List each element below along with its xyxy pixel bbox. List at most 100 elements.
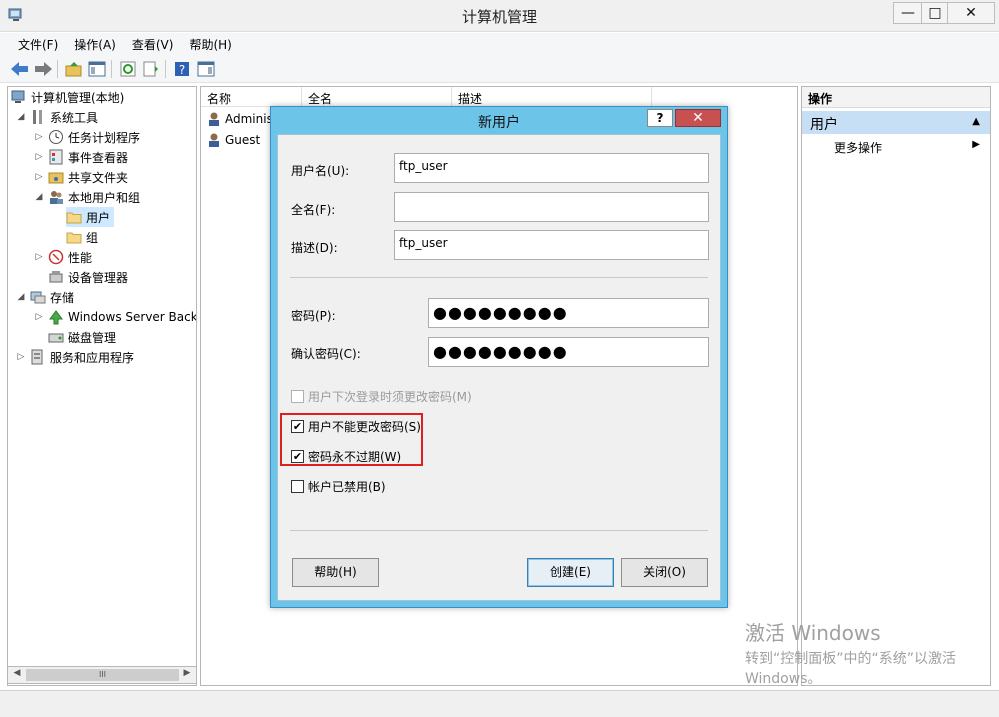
dialog-close-icon[interactable]: ✕	[675, 109, 721, 127]
activation-watermark: 激活 Windows 转到“控制面板”中的“系统”以激活 Windows。	[745, 621, 957, 687]
menu-action[interactable]: 操作(A)	[66, 33, 124, 55]
actions-header: 操作	[802, 87, 990, 108]
create-button[interactable]: 创建(E)	[527, 558, 614, 587]
user-icon	[206, 111, 222, 127]
checkbox-empty-icon	[291, 480, 304, 493]
status-bar	[0, 690, 999, 717]
dialog-body: 用户名(U): ftp_user 全名(F): 描述(D): ftp_user …	[277, 134, 721, 601]
scroll-thumb[interactable]: III	[26, 669, 179, 681]
account-disabled-checkbox[interactable]: 帐户已禁用(B)	[291, 478, 386, 495]
scroll-right-icon[interactable]: ▶	[179, 668, 195, 682]
back-icon[interactable]	[10, 59, 30, 79]
title-bar: 计算机管理 — □ ✕	[0, 0, 999, 32]
dialog-help-icon[interactable]: ?	[647, 109, 673, 127]
column-header-fullname[interactable]: 全名	[302, 87, 452, 107]
close-window-button[interactable]: ✕	[947, 2, 995, 24]
collapse-icon[interactable]: ◢	[16, 292, 26, 302]
expand-icon[interactable]: ▷	[34, 132, 44, 142]
computer-icon	[11, 89, 27, 105]
divider	[290, 530, 708, 531]
confirm-password-field[interactable]: ●●●●●●●●●	[428, 337, 709, 367]
list-item[interactable]: Administ	[206, 109, 278, 129]
tree-root[interactable]: 计算机管理(本地)	[11, 87, 124, 107]
show-hide-tree-icon[interactable]	[87, 59, 107, 79]
expand-icon[interactable]: ▷	[34, 172, 44, 182]
help-icon[interactable]: ?	[172, 59, 192, 79]
list-item[interactable]: Guest	[206, 130, 260, 150]
column-header-description[interactable]: 描述	[452, 87, 652, 107]
clock-icon	[48, 129, 64, 145]
tree-disk-management[interactable]: 磁盘管理	[48, 327, 116, 347]
tree-system-tools[interactable]: ◢ 系统工具	[16, 107, 98, 127]
disk-icon	[48, 329, 64, 345]
tree-task-scheduler[interactable]: ▷ 任务计划程序	[34, 127, 140, 147]
highlight-annotation	[280, 413, 423, 466]
tree-services-apps[interactable]: ▷ 服务和应用程序	[16, 347, 134, 367]
expand-icon[interactable]: ▷	[34, 312, 44, 322]
folder-icon	[66, 229, 82, 245]
confirm-password-label: 确认密码(C):	[291, 347, 361, 361]
must-change-password-checkbox[interactable]: 用户下次登录时须更改密码(M)	[291, 388, 472, 405]
tools-icon	[30, 109, 46, 125]
backup-icon	[48, 309, 64, 325]
refresh-icon[interactable]	[118, 59, 138, 79]
new-user-dialog: 新用户 ? ✕ 用户名(U): ftp_user 全名(F): 描述(D): f…	[270, 106, 728, 608]
minimize-button[interactable]: —	[893, 2, 923, 24]
collapse-icon[interactable]: ◢	[16, 112, 26, 122]
user-icon	[206, 132, 222, 148]
toolbar: ?	[0, 55, 999, 83]
menu-file[interactable]: 文件(F)	[10, 33, 66, 55]
event-viewer-icon	[48, 149, 64, 165]
description-label: 描述(D):	[291, 241, 338, 255]
actions-pane: 操作 用户 ▲ 更多操作 ▶	[801, 86, 991, 686]
up-folder-icon[interactable]	[64, 59, 84, 79]
svg-text:?: ?	[179, 63, 185, 77]
column-header-name[interactable]: 名称	[201, 87, 302, 107]
description-field[interactable]: ftp_user	[394, 230, 709, 260]
menu-bar: 文件(F) 操作(A) 查看(V) 帮助(H)	[0, 33, 999, 55]
expand-icon[interactable]: ▷	[34, 152, 44, 162]
device-manager-icon	[48, 269, 64, 285]
services-icon	[30, 349, 46, 365]
close-button[interactable]: 关闭(O)	[621, 558, 708, 587]
expand-icon[interactable]: ▷	[34, 252, 44, 262]
divider	[290, 277, 708, 278]
tree-windows-backup[interactable]: ▷ Windows Server Back	[34, 307, 196, 327]
password-label: 密码(P):	[291, 309, 336, 323]
collapse-icon[interactable]: ◢	[34, 192, 44, 202]
expand-icon[interactable]: ▷	[16, 352, 26, 362]
collapse-up-icon[interactable]: ▲	[972, 116, 980, 127]
tree-shared-folders[interactable]: ▷ 共享文件夹	[34, 167, 128, 187]
tree-storage[interactable]: ◢ 存储	[16, 287, 74, 307]
tree-horizontal-scrollbar[interactable]: ◀ III ▶	[7, 666, 197, 684]
storage-icon	[30, 289, 46, 305]
fullname-field[interactable]	[394, 192, 709, 222]
maximize-button[interactable]: □	[921, 2, 949, 24]
tree-event-viewer[interactable]: ▷ 事件查看器	[34, 147, 128, 167]
help-button[interactable]: 帮助(H)	[292, 558, 379, 587]
menu-view[interactable]: 查看(V)	[124, 33, 182, 55]
tree-users[interactable]: 用户	[66, 207, 115, 227]
username-field[interactable]: ftp_user	[394, 153, 709, 183]
username-label: 用户名(U):	[291, 164, 350, 178]
users-group-icon	[48, 189, 64, 205]
tree-local-users-groups[interactable]: ◢ 本地用户和组	[34, 187, 140, 207]
tree-performance[interactable]: ▷ 性能	[34, 247, 92, 267]
menu-help[interactable]: 帮助(H)	[181, 33, 239, 55]
checkbox-empty-icon	[291, 390, 304, 403]
scroll-left-icon[interactable]: ◀	[9, 668, 25, 682]
fullname-label: 全名(F):	[291, 203, 336, 217]
tree-groups[interactable]: 组	[66, 227, 98, 247]
tree-device-manager[interactable]: 设备管理器	[48, 267, 128, 287]
forward-icon[interactable]	[33, 59, 53, 79]
show-action-pane-icon[interactable]	[196, 59, 216, 79]
console-tree[interactable]: 计算机管理(本地) ◢ 系统工具 ▷ 任务计划程序 ▷ 事件查看器 ▷ 共享文件…	[7, 86, 197, 686]
password-field[interactable]: ●●●●●●●●●	[428, 298, 709, 328]
performance-icon	[48, 249, 64, 265]
more-actions-link[interactable]: 更多操作	[834, 139, 882, 156]
folder-icon	[66, 209, 82, 225]
submenu-arrow-icon[interactable]: ▶	[972, 139, 980, 150]
actions-section-users[interactable]: 用户 ▲	[802, 111, 990, 134]
export-list-icon[interactable]	[141, 59, 161, 79]
window-title: 计算机管理	[461, 8, 537, 26]
